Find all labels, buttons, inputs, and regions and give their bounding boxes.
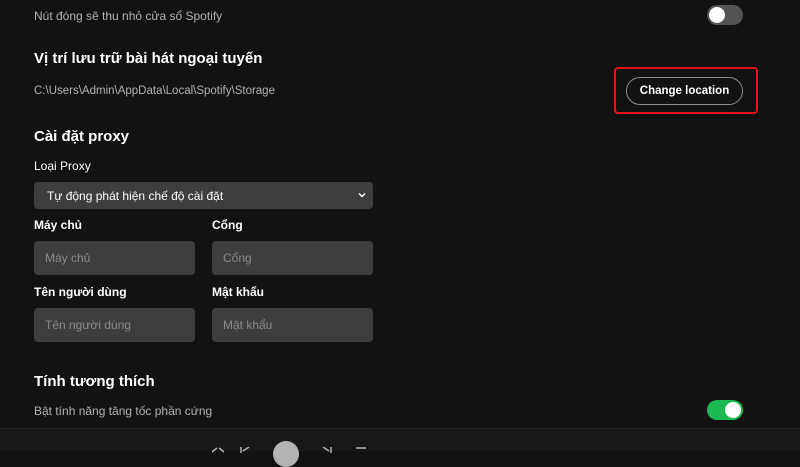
proxy-type-label: Loại Proxy xyxy=(34,159,91,173)
toggle-knob xyxy=(725,402,741,418)
username-label: Tên người dùng xyxy=(34,285,127,299)
shuffle-icon[interactable] xyxy=(212,447,224,453)
next-icon[interactable] xyxy=(322,447,332,453)
hw-accel-label: Bật tính năng tăng tốc phần cứng xyxy=(34,404,213,418)
play-pause-button[interactable] xyxy=(273,441,299,467)
port-input[interactable]: Cổng xyxy=(212,241,373,275)
offline-storage-title: Vị trí lưu trữ bài hát ngoại tuyến xyxy=(34,50,263,67)
close-minimize-toggle[interactable] xyxy=(707,5,743,25)
compatibility-title: Tính tương thích xyxy=(34,373,155,390)
proxy-type-value: Tự động phát hiện chế độ cài đặt xyxy=(47,188,224,203)
proxy-settings-title: Cài đặt proxy xyxy=(34,128,130,145)
change-location-button[interactable]: Change location xyxy=(626,77,743,105)
password-input[interactable]: Mật khẩu xyxy=(212,308,373,342)
host-label: Máy chủ xyxy=(34,218,83,232)
close-minimize-label: Nút đóng sẽ thu nhỏ cửa sổ Spotify xyxy=(34,9,223,23)
password-label: Mật khẩu xyxy=(212,285,265,299)
hw-accel-toggle[interactable] xyxy=(707,400,743,420)
player-bar xyxy=(0,428,800,467)
repeat-icon[interactable] xyxy=(355,447,367,453)
offline-storage-path: C:\Users\Admin\AppData\Local\Spotify\Sto… xyxy=(34,85,275,97)
username-input[interactable]: Tên người dùng xyxy=(34,308,195,342)
host-input[interactable]: Máy chủ xyxy=(34,241,195,275)
port-label: Cổng xyxy=(212,218,243,232)
toggle-knob xyxy=(709,7,725,23)
proxy-type-select[interactable]: Tự động phát hiện chế độ cài đặt xyxy=(34,182,373,209)
previous-icon[interactable] xyxy=(240,447,250,453)
chevron-down-icon xyxy=(358,193,366,198)
